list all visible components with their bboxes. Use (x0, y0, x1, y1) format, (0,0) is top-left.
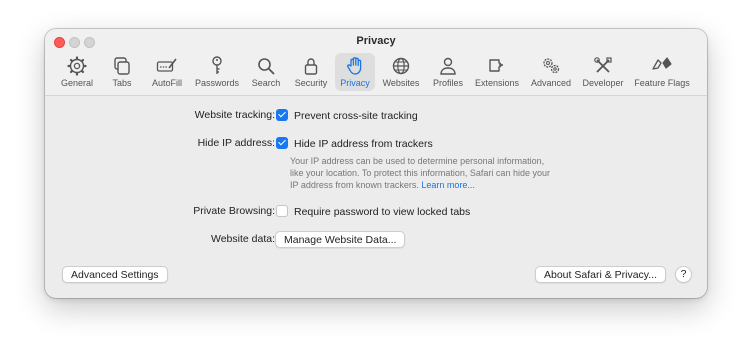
gears-icon (543, 58, 560, 74)
tools-icon (594, 57, 612, 73)
checkbox-checked[interactable] (276, 109, 288, 121)
description-line: Your IP address can be used to determine… (290, 156, 545, 166)
website-tracking-checkbox[interactable]: Prevent cross-site tracking (276, 109, 418, 122)
settings-window: Privacy General Tabs AutoFill Passwords … (45, 29, 707, 298)
tab-label: Developer (582, 78, 624, 88)
key-icon (212, 56, 222, 74)
tab-general[interactable]: General (55, 53, 99, 91)
tab-label: Passwords (194, 78, 239, 88)
hide-ip-checkbox[interactable]: Hide IP address from trackers (276, 137, 433, 150)
tab-websites[interactable]: Websites (379, 53, 423, 91)
private-browsing-label: Private Browsing: (193, 205, 275, 217)
lock-icon (304, 58, 318, 75)
puzzle-icon (489, 59, 503, 72)
window-title: Privacy (356, 35, 396, 47)
private-browsing-checkbox[interactable]: Require password to view locked tabs (276, 205, 470, 218)
hand-icon (347, 57, 362, 75)
tab-passwords[interactable]: Passwords (192, 53, 242, 91)
search-icon (258, 58, 275, 75)
about-safari-privacy-button[interactable]: About Safari & Privacy... (535, 266, 667, 283)
autofill-icon (156, 58, 177, 72)
globe-icon (392, 57, 410, 75)
tab-label: Tabs (112, 78, 132, 88)
description-line: like your location. To protect this info… (290, 168, 550, 178)
hide-ip-description: Your IP address can be used to determine… (290, 155, 575, 191)
manage-website-data-button[interactable]: Manage Website Data... (275, 231, 406, 248)
tab-label: Security (294, 78, 328, 88)
tab-label: Extensions (474, 78, 520, 88)
gear-icon (67, 56, 87, 76)
tab-feature-flags[interactable]: Feature Flags (632, 53, 692, 91)
website-data-label: Website data: (210, 233, 275, 245)
checkbox-checked[interactable] (276, 137, 288, 149)
tab-label: General (60, 78, 94, 88)
preferences-toolbar: General Tabs AutoFill Passwords Search S… (45, 51, 707, 95)
tabs-icon (114, 57, 130, 75)
private-browsing-option: Require password to view locked tabs (294, 206, 471, 218)
tab-developer[interactable]: Developer (580, 53, 626, 91)
tab-label: AutoFill (151, 78, 182, 88)
tab-advanced[interactable]: Advanced (528, 53, 574, 91)
tab-privacy[interactable]: Privacy (335, 53, 375, 91)
help-button[interactable]: ? (675, 266, 692, 283)
tab-label: Advanced (530, 78, 572, 88)
titlebar: Privacy General Tabs AutoFill Passwords … (45, 29, 707, 96)
tab-security[interactable]: Security (290, 53, 332, 91)
tab-search[interactable]: Search (247, 53, 285, 91)
tab-autofill[interactable]: AutoFill (146, 53, 188, 91)
tab-tabs[interactable]: Tabs (105, 53, 139, 91)
tab-label: Search (251, 78, 281, 88)
learn-more-link[interactable]: Learn more... (421, 180, 475, 190)
person-icon (440, 57, 456, 75)
tab-label: Feature Flags (634, 78, 690, 88)
flags-icon (652, 57, 672, 70)
tab-label: Websites (382, 78, 420, 88)
advanced-settings-button[interactable]: Advanced Settings (62, 266, 168, 283)
tab-profiles[interactable]: Profiles (428, 53, 468, 91)
tab-label: Privacy (340, 78, 370, 88)
checkbox-unchecked[interactable] (276, 205, 288, 217)
description-line-text: IP address from known trackers. (290, 180, 419, 190)
tab-extensions[interactable]: Extensions (472, 53, 522, 91)
hide-ip-option: Hide IP address from trackers (294, 138, 433, 150)
description-line: IP address from known trackers. Learn mo… (290, 179, 575, 191)
website-tracking-option: Prevent cross-site tracking (294, 110, 418, 122)
tab-label: Profiles (432, 78, 463, 88)
website-tracking-label: Website tracking: (194, 109, 275, 121)
hide-ip-label: Hide IP address: (197, 137, 275, 149)
